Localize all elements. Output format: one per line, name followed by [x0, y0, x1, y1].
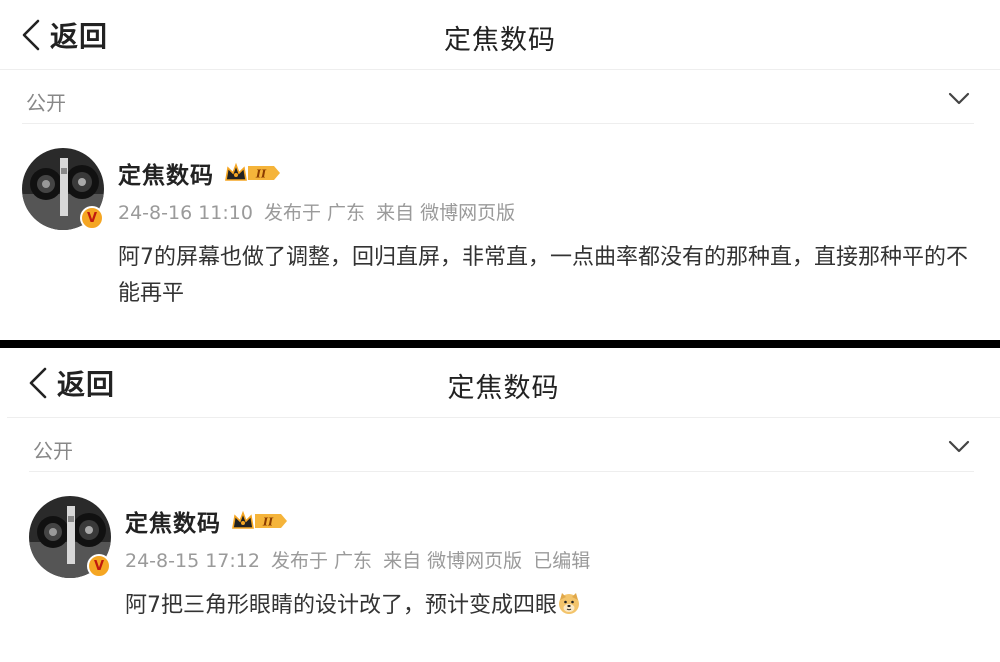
member-level-badge[interactable]: II [231, 510, 289, 532]
page-title: 定焦数码 [447, 373, 560, 404]
post-timestamp: 24-8-16 11:10 [118, 202, 253, 224]
page-title: 定焦数码 [444, 25, 556, 56]
member-level-badge[interactable]: II [224, 162, 282, 184]
verified-badge: V [80, 206, 104, 230]
nav-bar: 返回 定焦数码 [0, 0, 1000, 70]
avatar[interactable]: V [29, 496, 111, 578]
doge-emoji-icon [559, 593, 579, 614]
verified-badge: V [87, 554, 111, 578]
post-text-container: 阿7把三角形眼睛的设计改了，预计变成四眼 [125, 588, 980, 624]
post-location: 发布于 广东 [264, 202, 366, 224]
svg-text:II: II [262, 516, 274, 529]
post-meta: 24-8-15 17:12 发布于 广东 来自 微博网页版 已编辑 [125, 546, 595, 573]
username[interactable]: 定焦数码 [118, 156, 214, 190]
post-text: 阿7把三角形眼睛的设计改了，预计变成四眼 [125, 593, 557, 618]
visibility-selector[interactable]: 公开 [22, 74, 974, 124]
avatar[interactable]: V [22, 148, 104, 230]
post-edited-label: 已编辑 [533, 550, 591, 572]
post-source: 来自 微博网页版 [383, 550, 523, 572]
nav-bar: 返回 定焦数码 [7, 348, 1000, 418]
visibility-selector[interactable]: 公开 [29, 422, 974, 472]
post-timestamp: 24-8-15 17:12 [125, 550, 260, 572]
post-text: 阿7的屏幕也做了调整，回归直屏，非常直，一点曲率都没有的那种直，直接那种平的不能… [118, 245, 968, 306]
username[interactable]: 定焦数码 [125, 504, 221, 538]
visibility-label: 公开 [33, 439, 73, 463]
post-meta: 24-8-16 11:10 发布于 广东 来自 微博网页版 [118, 198, 520, 225]
post-screenshot-top: 返回 定焦数码 公开 V 定焦数码 II 24-8-16 11:10 发布于 广… [0, 0, 1000, 340]
post-screenshot-bottom: 返回 定焦数码 公开 V 定焦数码 II 24-8-15 17:12 发布于 广… [7, 348, 1000, 662]
post-location: 发布于 广东 [271, 550, 373, 572]
chevron-down-icon [948, 440, 970, 453]
svg-text:II: II [255, 168, 267, 181]
visibility-label: 公开 [26, 91, 66, 115]
divider [0, 340, 1000, 348]
chevron-down-icon [948, 92, 970, 105]
post-source: 来自 微博网页版 [376, 202, 516, 224]
